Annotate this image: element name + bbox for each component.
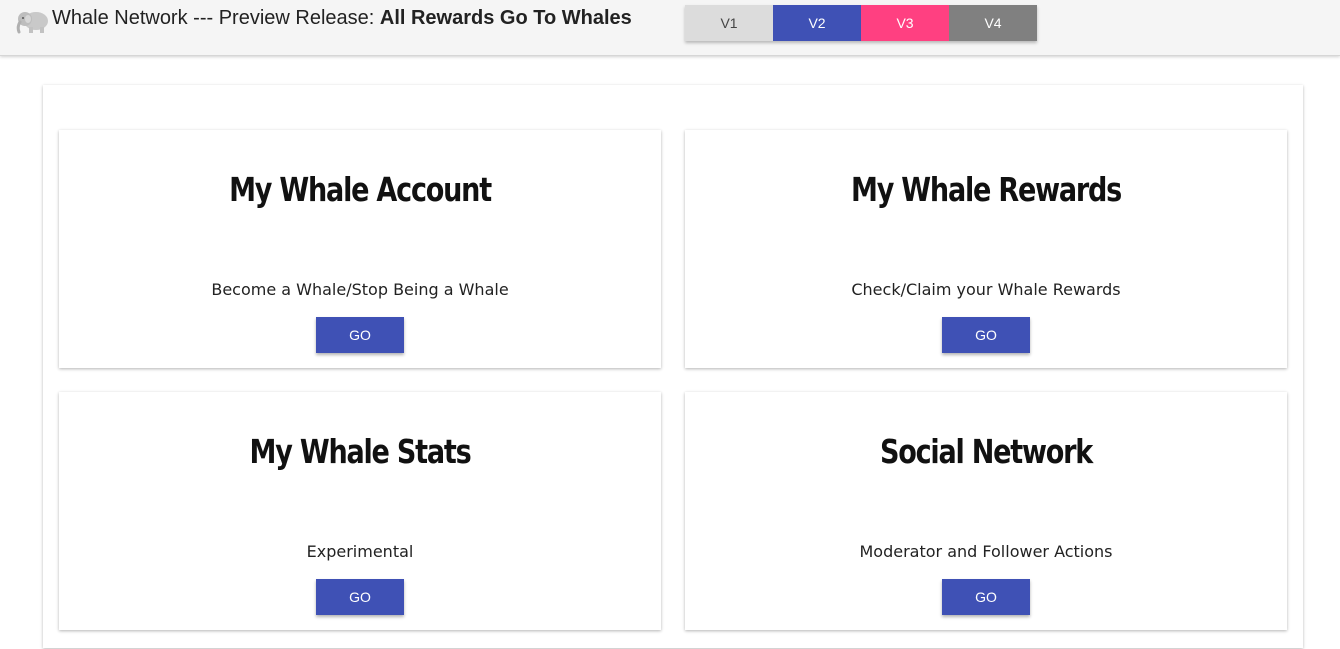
version-v3-button[interactable]: V3 [861, 5, 949, 41]
card-title: Social Network [879, 432, 1093, 471]
top-bar: Whale Network --- Preview Release: All R… [0, 0, 1340, 56]
site-title-bold: All Rewards Go To Whales [379, 7, 632, 29]
go-button-stats[interactable]: GO [316, 579, 404, 615]
go-button-rewards[interactable]: GO [942, 317, 1030, 353]
card-title: My Whale Account [229, 170, 492, 209]
card-title: My Whale Rewards [850, 170, 1122, 209]
card-description: Experimental [306, 542, 414, 561]
site-title-prefix: Whale Network --- Preview Release: [52, 7, 380, 29]
elephant-icon [16, 12, 48, 34]
card-my-whale-account: My Whale Account Become a Whale/Stop Bei… [59, 130, 661, 368]
version-v4-button[interactable]: V4 [949, 5, 1037, 41]
main-panel: My Whale Account Become a Whale/Stop Bei… [43, 85, 1303, 648]
card-social-network: Social Network Moderator and Follower Ac… [685, 392, 1287, 630]
go-button-account[interactable]: GO [316, 317, 404, 353]
site-title: Whale Network --- Preview Release: All R… [52, 7, 632, 29]
card-my-whale-stats: My Whale Stats Experimental GO [59, 392, 661, 630]
version-v2-button[interactable]: V2 [773, 5, 861, 41]
card-description: Moderator and Follower Actions [859, 542, 1113, 561]
card-description: Become a Whale/Stop Being a Whale [211, 280, 509, 299]
go-button-social[interactable]: GO [942, 579, 1030, 615]
card-my-whale-rewards: My Whale Rewards Check/Claim your Whale … [685, 130, 1287, 368]
card-description: Check/Claim your Whale Rewards [851, 280, 1121, 299]
card-title: My Whale Stats [249, 432, 472, 471]
version-switcher: V1 V2 V3 V4 [685, 5, 1037, 41]
version-v1-button[interactable]: V1 [685, 5, 773, 41]
